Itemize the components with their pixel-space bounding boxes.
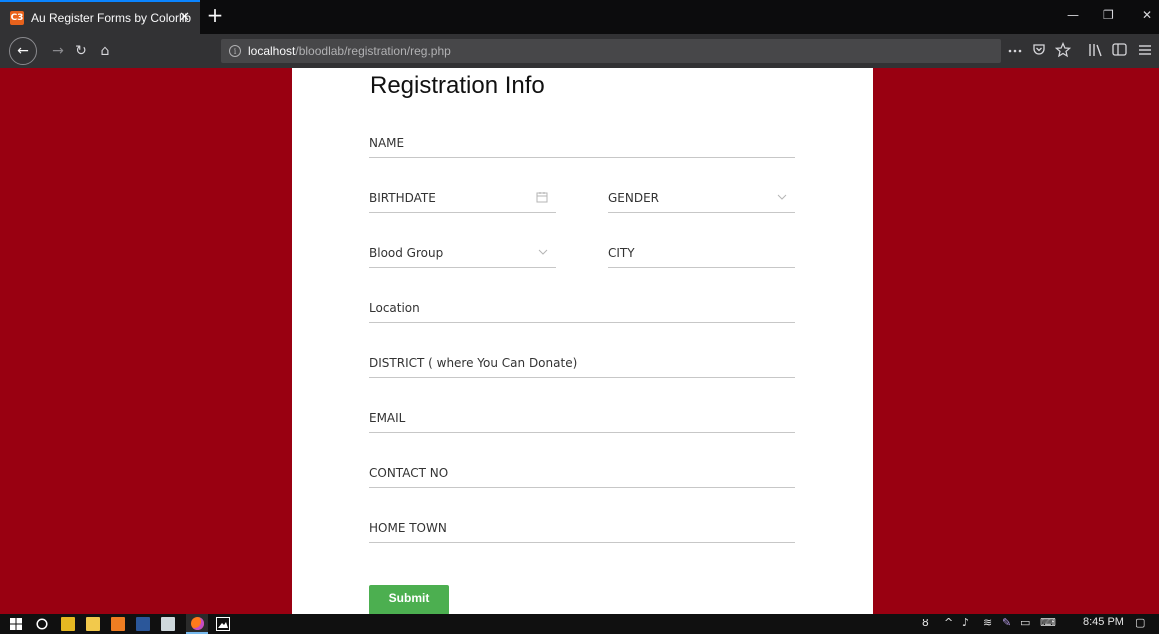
- gender-label: GENDER: [608, 191, 660, 205]
- keyboard-icon[interactable]: ⌨: [1040, 616, 1056, 629]
- page-background: Registration Info NAME BIRTHDATE GENDER …: [0, 68, 1159, 614]
- taskbar: ȣ ^ ♪ ≋ ✎ ▭ ⌨ 8:45 PM ▢: [0, 614, 1159, 634]
- library-icon[interactable]: [1088, 43, 1104, 57]
- calendar-icon[interactable]: [536, 191, 548, 203]
- district-label: DISTRICT ( where You Can Donate): [369, 356, 578, 370]
- file-explorer-icon[interactable]: [61, 617, 75, 631]
- email-label: EMAIL: [369, 411, 406, 425]
- clock[interactable]: 8:45 PM: [1083, 616, 1124, 628]
- url-path: /bloodlab/registration/reg.php: [295, 44, 451, 58]
- url-text[interactable]: localhost/bloodlab/registration/reg.php: [248, 44, 451, 58]
- home-button[interactable]: ⌂: [95, 36, 115, 66]
- people-icon[interactable]: ȣ: [922, 616, 929, 629]
- tab-close-icon[interactable]: ✕: [179, 10, 190, 25]
- restore-button[interactable]: ❐: [1103, 8, 1114, 22]
- notes-app-icon[interactable]: [86, 617, 100, 631]
- firefox-taskbar-icon[interactable]: [186, 614, 208, 634]
- chevron-down-icon: [777, 194, 787, 200]
- volume-icon[interactable]: ♪: [962, 616, 969, 629]
- wifi-icon[interactable]: ≋: [983, 616, 992, 629]
- forward-button[interactable]: →: [48, 36, 68, 66]
- colorlib-favicon-icon: C3: [10, 11, 24, 25]
- registration-card: Registration Info NAME BIRTHDATE GENDER …: [292, 68, 873, 614]
- contact-label: CONTACT NO: [369, 466, 449, 480]
- home-town-field[interactable]: HOME TOWN: [369, 521, 795, 543]
- home-town-label: HOME TOWN: [369, 521, 447, 535]
- notepad-icon[interactable]: [161, 617, 175, 631]
- name-field[interactable]: NAME: [369, 136, 795, 158]
- blood-group-label: Blood Group: [369, 246, 444, 260]
- address-bar[interactable]: i localhost/bloodlab/registration/reg.ph…: [221, 39, 1001, 63]
- birthdate-label: BIRTHDATE: [369, 191, 436, 205]
- city-field[interactable]: CITY: [608, 246, 795, 268]
- word-icon[interactable]: [136, 617, 150, 631]
- tab-title: Au Register Forms by Colorlib: [31, 11, 192, 25]
- contact-field[interactable]: CONTACT NO: [369, 466, 795, 488]
- district-field[interactable]: DISTRICT ( where You Can Donate): [369, 356, 795, 378]
- site-info-icon[interactable]: i: [229, 45, 241, 57]
- birthdate-field[interactable]: BIRTHDATE: [369, 191, 556, 213]
- nav-toolbar: ← → ↻ ⌂ i localhost/bloodlab/registratio…: [0, 34, 1159, 68]
- gender-select[interactable]: GENDER: [608, 191, 795, 213]
- battery-icon[interactable]: ▭: [1020, 616, 1030, 629]
- cortana-search-icon[interactable]: [36, 618, 48, 630]
- firefox-logo: [190, 616, 204, 630]
- photos-icon[interactable]: [216, 617, 230, 631]
- city-label: CITY: [608, 246, 635, 260]
- browser-tab[interactable]: C3 Au Register Forms by Colorlib ✕: [0, 0, 200, 34]
- name-label: NAME: [369, 136, 405, 150]
- windows-start-icon[interactable]: [10, 618, 22, 630]
- location-label: Location: [369, 301, 420, 315]
- minimize-button[interactable]: —: [1067, 8, 1079, 22]
- more-icon[interactable]: [1008, 46, 1022, 56]
- pocket-icon[interactable]: [1032, 43, 1046, 57]
- sublime-text-icon[interactable]: [111, 617, 125, 631]
- new-tab-button[interactable]: +: [205, 4, 225, 28]
- sidebar-icon[interactable]: [1112, 43, 1128, 57]
- tray-chevron-up-icon[interactable]: ^: [944, 616, 953, 629]
- url-host: localhost: [248, 44, 296, 58]
- mountain-icon: [218, 622, 228, 628]
- blood-group-select[interactable]: Blood Group: [369, 246, 556, 268]
- window-close-button[interactable]: ✕: [1142, 8, 1152, 22]
- email-field[interactable]: EMAIL: [369, 411, 795, 433]
- back-button[interactable]: ←: [9, 37, 37, 65]
- tab-strip: C3 Au Register Forms by Colorlib ✕ + — ❐…: [0, 0, 1159, 34]
- pen-icon[interactable]: ✎: [1002, 616, 1011, 629]
- reload-button[interactable]: ↻: [71, 36, 91, 66]
- chevron-down-icon: [538, 249, 548, 255]
- action-center-icon[interactable]: ▢: [1135, 616, 1145, 629]
- submit-button[interactable]: Submit: [369, 585, 449, 614]
- menu-icon[interactable]: [1138, 44, 1152, 56]
- form-title: Registration Info: [370, 72, 545, 99]
- location-field[interactable]: Location: [369, 301, 795, 323]
- bookmark-star-icon[interactable]: [1055, 42, 1071, 58]
